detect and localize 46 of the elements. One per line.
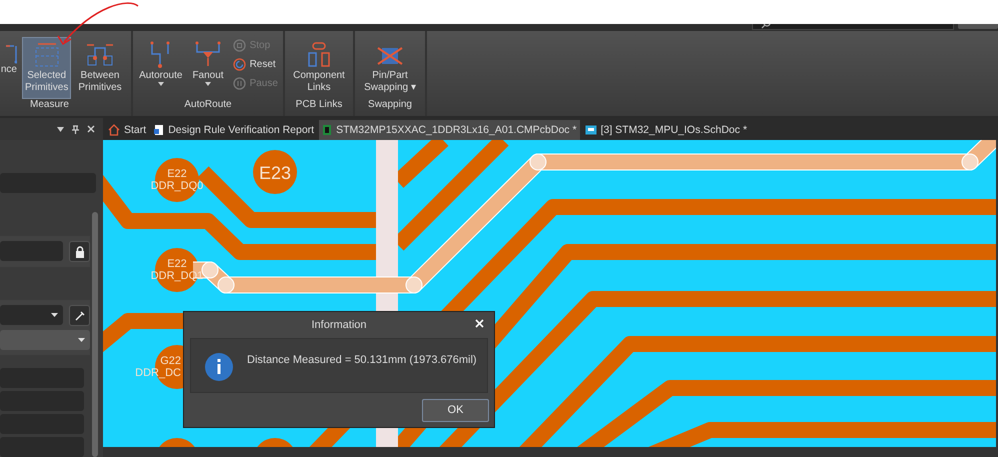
document-tab[interactable]: Design Rule Verification Report (151, 120, 318, 140)
refresh-icon (232, 58, 246, 71)
ribbon-button[interactable]: Fanout (189, 37, 227, 99)
pin-icon[interactable] (72, 124, 79, 134)
ribbon-button[interactable]: Component Links (290, 37, 348, 99)
pad-label: E23 (258, 163, 292, 183)
group-label: Swapping (368, 99, 412, 112)
ribbon-small-button[interactable]: Reset (230, 56, 280, 73)
close-icon[interactable] (87, 125, 95, 133)
pause-icon (232, 77, 246, 90)
ribbon-button[interactable]: Between Primitives (75, 37, 125, 99)
ok-button[interactable]: OK (422, 398, 489, 422)
dialog-title: Information (311, 319, 367, 331)
ribbon-button[interactable]: Selected Primitives (22, 37, 72, 99)
ribbon-button[interactable]: Autoroute (136, 37, 186, 99)
board-icon (322, 124, 332, 136)
group-label: AutoRoute (184, 99, 232, 112)
caret-icon (78, 338, 85, 342)
input-field[interactable] (0, 241, 63, 261)
pad-label: E22 (167, 258, 187, 270)
lock-button[interactable] (69, 241, 90, 262)
ribbon-button[interactable]: Pin/Part Swapping ▾ (361, 37, 419, 99)
lock-icon (74, 246, 84, 258)
eyedropper-icon (74, 310, 86, 322)
group-label: Measure (29, 99, 69, 112)
pad (253, 150, 297, 194)
ribbon-button[interactable]: nce (0, 37, 18, 99)
document-icon (154, 124, 164, 136)
document-tab[interactable]: Start (105, 120, 150, 140)
info-icon (205, 353, 233, 381)
eyedropper-button[interactable] (69, 305, 90, 326)
group-label: PCB Links (296, 99, 342, 112)
caret-icon[interactable] (57, 126, 64, 132)
scrollbar[interactable] (92, 212, 98, 457)
sheet-icon (584, 125, 597, 135)
caret-icon (51, 313, 58, 317)
pad-label: E22 (167, 168, 187, 180)
close-button[interactable] (475, 319, 484, 328)
document-tab[interactable]: [3] STM32_MPU_IOs.SchDoc * (582, 120, 750, 140)
stop-icon (232, 39, 246, 52)
close-icon (475, 319, 484, 328)
document-tab[interactable]: STM32MP15XXAC_1DDR3Lx16_A01.CMPcbDoc * (319, 120, 580, 140)
house-icon (108, 124, 120, 136)
dialog-message: Distance Measured = 50.131mm (1973.676mil) (247, 354, 477, 366)
dropdown[interactable] (0, 305, 63, 325)
pad-label: G22 (160, 355, 181, 367)
